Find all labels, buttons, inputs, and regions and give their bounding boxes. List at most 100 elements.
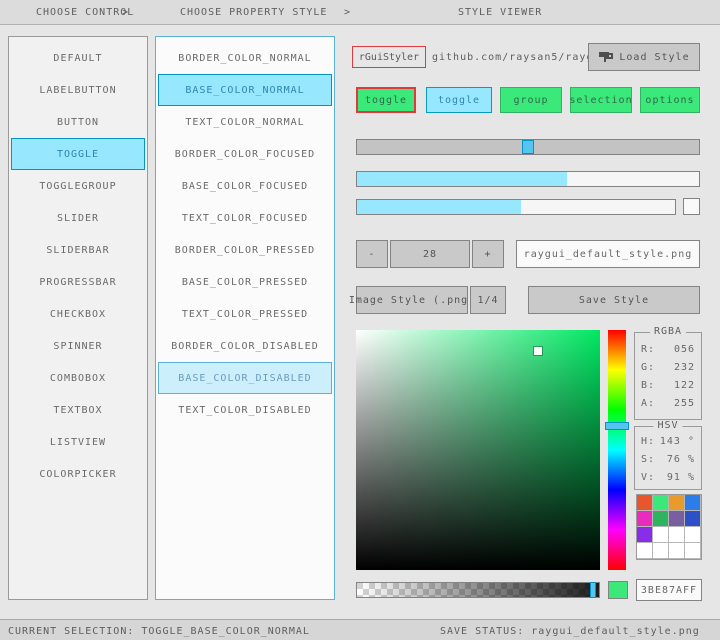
- spinner-plus-button[interactable]: +: [472, 240, 504, 268]
- hsv-s-value: 76 %: [667, 451, 695, 469]
- sv-marker[interactable]: [534, 347, 542, 355]
- control-item-spinner[interactable]: SPINNER: [11, 330, 145, 362]
- control-item-slider[interactable]: SLIDER: [11, 202, 145, 234]
- control-item-toggle[interactable]: TOGGLE: [11, 138, 145, 170]
- control-item-checkbox[interactable]: CHECKBOX: [11, 298, 145, 330]
- preview-toggle-active[interactable]: toggle: [356, 87, 416, 113]
- controls-list-panel: DEFAULT LABELBUTTON BUTTON TOGGLE TOGGLE…: [8, 36, 148, 600]
- hsv-title: HSV: [653, 420, 682, 431]
- property-item-text-color-disabled[interactable]: TEXT_COLOR_DISABLED: [158, 394, 332, 426]
- hsv-v-value: 91 %: [667, 469, 695, 487]
- property-item-base-color-normal[interactable]: BASE_COLOR_NORMAL: [158, 74, 332, 106]
- filename-textbox[interactable]: raygui_default_style.png: [516, 240, 700, 268]
- control-item-default[interactable]: DEFAULT: [11, 42, 145, 74]
- control-item-labelbutton[interactable]: LABELBUTTON: [11, 74, 145, 106]
- spinner-value[interactable]: 28: [390, 240, 470, 268]
- breadcrumb: CHOOSE CONTROL > CHOOSE PROPERTY STYLE >…: [0, 0, 720, 25]
- palette-grid: [636, 494, 702, 560]
- palette-swatch[interactable]: [637, 527, 653, 543]
- sliderbar-fill: [357, 172, 567, 186]
- control-item-button[interactable]: BUTTON: [11, 106, 145, 138]
- rgba-r-value: 056: [674, 341, 695, 359]
- status-bar: CURRENT SELECTION: TOGGLE_BASE_COLOR_NOR…: [0, 619, 720, 640]
- breadcrumb-choose-property-style: CHOOSE PROPERTY STYLE: [180, 7, 327, 18]
- control-item-sliderbar[interactable]: SLIDERBAR: [11, 234, 145, 266]
- palette-swatch[interactable]: [685, 511, 701, 527]
- property-item-text-color-pressed[interactable]: TEXT_COLOR_PRESSED: [158, 298, 332, 330]
- hsv-h-value: 143 °: [660, 433, 695, 451]
- rgba-b-label: B:: [641, 377, 655, 395]
- palette-swatch[interactable]: [685, 527, 701, 543]
- preview-slider[interactable]: [356, 139, 700, 155]
- rguistyler-window: CHOOSE CONTROL > CHOOSE PROPERTY STYLE >…: [0, 0, 720, 640]
- property-item-base-color-focused[interactable]: BASE_COLOR_FOCUSED: [158, 170, 332, 202]
- hue-handle[interactable]: [605, 422, 629, 430]
- palette-swatch[interactable]: [685, 495, 701, 511]
- palette-swatch[interactable]: [637, 511, 653, 527]
- control-item-colorpicker[interactable]: COLORPICKER: [11, 458, 145, 490]
- property-item-border-color-normal[interactable]: BORDER_COLOR_NORMAL: [158, 42, 332, 74]
- repo-link-label[interactable]: github.com/raysan5/raygui: [432, 52, 608, 63]
- palette-swatch[interactable]: [653, 511, 669, 527]
- rgba-b-value: 122: [674, 377, 695, 395]
- rgba-a-label: A:: [641, 395, 655, 413]
- progressbar-fill: [357, 200, 521, 214]
- palette-swatch[interactable]: [669, 543, 685, 559]
- hsv-v-label: V:: [641, 469, 655, 487]
- palette-swatch[interactable]: [669, 511, 685, 527]
- breadcrumb-choose-control: CHOOSE CONTROL: [36, 7, 134, 18]
- paint-roller-icon: [598, 50, 613, 65]
- current-selection-status: CURRENT SELECTION: TOGGLE_BASE_COLOR_NOR…: [8, 626, 310, 637]
- property-item-base-color-pressed[interactable]: BASE_COLOR_PRESSED: [158, 266, 332, 298]
- rgba-g-value: 232: [674, 359, 695, 377]
- property-item-border-color-focused[interactable]: BORDER_COLOR_FOCUSED: [158, 138, 332, 170]
- breadcrumb-separator: >: [122, 7, 129, 18]
- palette-swatch[interactable]: [637, 495, 653, 511]
- palette-swatch[interactable]: [637, 543, 653, 559]
- app-title-text: rGuiStyler: [359, 52, 419, 63]
- control-item-listview[interactable]: LISTVIEW: [11, 426, 145, 458]
- hue-bar[interactable]: [608, 330, 626, 570]
- rgba-g-label: G:: [641, 359, 655, 377]
- control-item-textbox[interactable]: TEXTBOX: [11, 394, 145, 426]
- property-item-border-color-pressed[interactable]: BORDER_COLOR_PRESSED: [158, 234, 332, 266]
- preview-checkbox[interactable]: [683, 198, 700, 215]
- hsv-groupbox: HSV H:143 ° S:76 % V:91 %: [634, 426, 702, 490]
- image-style-button[interactable]: Image Style (.png): [356, 286, 468, 314]
- palette-swatch[interactable]: [653, 495, 669, 511]
- hsv-h-label: H:: [641, 433, 655, 451]
- property-item-text-color-focused[interactable]: TEXT_COLOR_FOCUSED: [158, 202, 332, 234]
- save-status: SAVE STATUS: raygui_default_style.png: [440, 626, 700, 637]
- preview-togglegroup-selection[interactable]: selection: [570, 87, 632, 113]
- page-indicator[interactable]: 1/4: [470, 286, 506, 314]
- control-item-progressbar[interactable]: PROGRESSBAR: [11, 266, 145, 298]
- spinner-minus-button[interactable]: -: [356, 240, 388, 268]
- alpha-handle[interactable]: [590, 582, 596, 598]
- load-style-label: Load Style: [619, 52, 689, 63]
- alpha-bar[interactable]: [356, 582, 600, 598]
- preview-togglegroup-toggle[interactable]: toggle: [426, 87, 492, 113]
- breadcrumb-separator: >: [344, 7, 351, 18]
- load-style-button[interactable]: Load Style: [588, 43, 700, 71]
- property-item-border-color-disabled[interactable]: BORDER_COLOR_DISABLED: [158, 330, 332, 362]
- control-item-combobox[interactable]: COMBOBOX: [11, 362, 145, 394]
- rgba-groupbox: RGBA R:056 G:232 B:122 A:255: [634, 332, 702, 420]
- preview-sliderbar[interactable]: [356, 171, 700, 187]
- palette-swatch[interactable]: [653, 543, 669, 559]
- property-item-base-color-disabled[interactable]: BASE_COLOR_DISABLED: [158, 362, 332, 394]
- hex-value-textbox[interactable]: 3BE87AFF: [636, 579, 702, 601]
- property-item-text-color-normal[interactable]: TEXT_COLOR_NORMAL: [158, 106, 332, 138]
- control-item-togglegroup[interactable]: TOGGLEGROUP: [11, 170, 145, 202]
- slider-handle[interactable]: [522, 140, 534, 154]
- palette-swatch[interactable]: [669, 527, 685, 543]
- save-style-button[interactable]: Save Style: [528, 286, 700, 314]
- properties-list-panel: BORDER_COLOR_NORMAL BASE_COLOR_NORMAL TE…: [155, 36, 335, 600]
- current-color-swatch: [608, 581, 628, 599]
- color-picker-sv-area[interactable]: [356, 330, 600, 570]
- palette-swatch[interactable]: [653, 527, 669, 543]
- preview-togglegroup-group[interactable]: group: [500, 87, 562, 113]
- preview-togglegroup-options[interactable]: options: [640, 87, 700, 113]
- palette-swatch[interactable]: [669, 495, 685, 511]
- breadcrumb-style-viewer: STYLE VIEWER: [458, 7, 542, 18]
- palette-swatch[interactable]: [685, 543, 701, 559]
